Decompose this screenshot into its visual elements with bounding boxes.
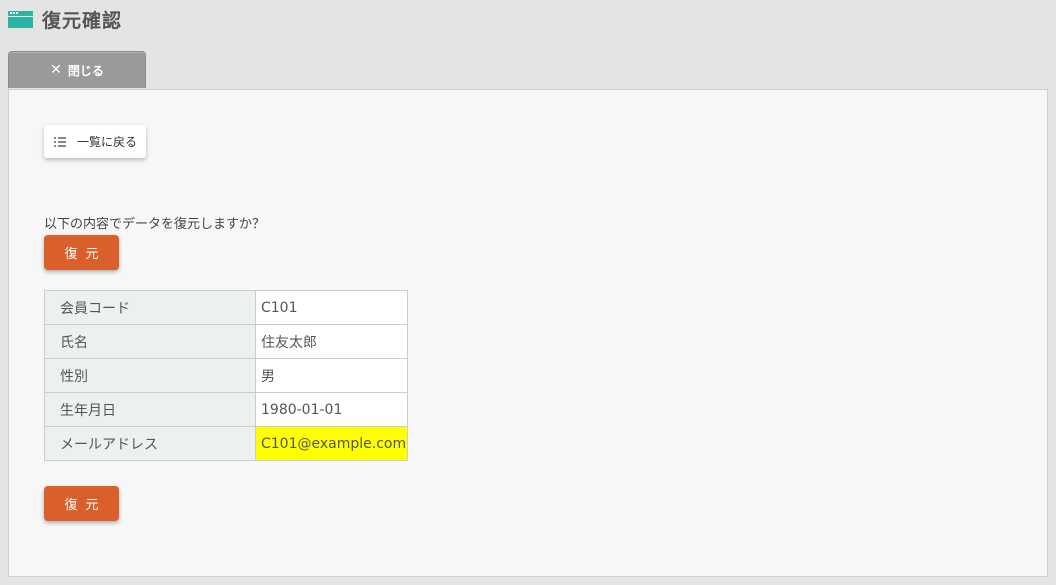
close-button[interactable]: ✕ 閉じる bbox=[8, 51, 146, 88]
field-value: 住友太郎 bbox=[255, 324, 408, 359]
field-label: 会員コード bbox=[44, 290, 256, 325]
restore-button-top[interactable]: 復元 bbox=[44, 235, 119, 270]
window-icon bbox=[8, 10, 33, 28]
field-value: C101 bbox=[255, 290, 408, 325]
record-table: 会員コード C101 氏名 住友太郎 性別 男 生年月日 1980-01-01 … bbox=[44, 290, 408, 461]
back-to-list-button[interactable]: 一覧に戻る bbox=[44, 125, 146, 158]
table-row: 性別 男 bbox=[44, 358, 408, 393]
field-value-highlighted: C101@example.com bbox=[255, 426, 408, 461]
restore-button-label: 復元 bbox=[64, 498, 107, 513]
list-icon bbox=[54, 136, 66, 147]
table-row: 会員コード C101 bbox=[44, 290, 408, 325]
field-label: 性別 bbox=[44, 358, 256, 393]
field-label: 氏名 bbox=[44, 324, 256, 359]
confirm-message: 以下の内容でデータを復元しますか？ bbox=[44, 217, 266, 232]
table-row: メールアドレス C101@example.com bbox=[44, 426, 408, 461]
back-to-list-label: 一覧に戻る bbox=[77, 135, 138, 149]
field-label: メールアドレス bbox=[44, 426, 256, 461]
page-header: 復元確認 bbox=[8, 6, 122, 32]
page-title: 復元確認 bbox=[42, 9, 123, 32]
field-value: 1980-01-01 bbox=[255, 392, 408, 427]
close-button-label: 閉じる bbox=[67, 63, 104, 78]
field-label: 生年月日 bbox=[44, 392, 256, 427]
table-row: 氏名 住友太郎 bbox=[44, 324, 408, 359]
restore-button-label: 復元 bbox=[64, 247, 107, 262]
content-panel: 一覧に戻る 以下の内容でデータを復元しますか？ 復元 会員コード C101 氏名… bbox=[8, 89, 1048, 577]
restore-button-bottom[interactable]: 復元 bbox=[44, 486, 119, 521]
field-value: 男 bbox=[255, 358, 408, 393]
table-row: 生年月日 1980-01-01 bbox=[44, 392, 408, 427]
close-icon: ✕ bbox=[50, 62, 62, 78]
